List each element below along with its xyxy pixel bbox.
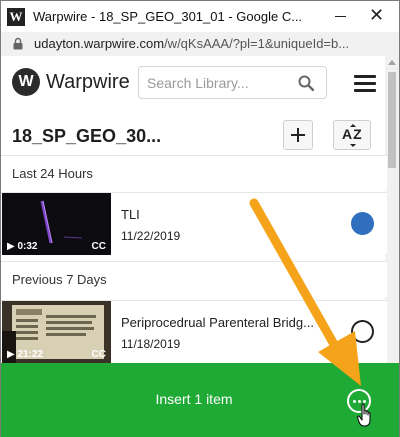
library-title: 18_SP_GEO_30... <box>12 126 162 146</box>
item-date: 11/22/2019 <box>121 229 181 243</box>
url-host: udayton.warpwire.com <box>34 36 165 51</box>
hamburger-menu-icon[interactable] <box>354 75 376 92</box>
minimize-icon[interactable] <box>335 16 346 17</box>
scrollbar[interactable] <box>385 56 399 363</box>
insert-button[interactable]: Insert 1 item <box>1 391 387 407</box>
window-titlebar: W Warpwire - 18_SP_GEO_301_01 - Google C… <box>0 0 400 32</box>
duration-label: ▶ 0:32 <box>7 241 38 252</box>
hand-cursor-icon <box>357 403 371 427</box>
video-thumbnail[interactable]: ▶ 21:22 CC <box>2 301 111 363</box>
select-radio-checked[interactable] <box>351 212 374 235</box>
search-icon[interactable] <box>298 75 314 91</box>
list-item[interactable]: ▶ 21:22 CC Periprocedrual Parenteral Bri… <box>1 300 387 363</box>
add-button[interactable] <box>283 120 313 150</box>
scroll-up-arrow[interactable] <box>388 60 396 65</box>
item-title[interactable]: Periprocedrual Parenteral Bridg... <box>121 315 328 330</box>
search-input[interactable] <box>147 74 292 92</box>
section-label: Last 24 Hours <box>12 166 93 181</box>
lock-icon <box>13 37 23 50</box>
select-radio-unchecked[interactable] <box>351 320 374 343</box>
search-box[interactable] <box>138 66 327 99</box>
cc-badge: CC <box>91 349 106 360</box>
scroll-thumb[interactable] <box>388 72 396 168</box>
section-header: Previous 7 Days <box>1 261 387 297</box>
item-title[interactable]: TLI <box>121 207 328 222</box>
window-title: Warpwire - 18_SP_GEO_301_01 - Google C..… <box>33 9 303 24</box>
item-date: 11/18/2019 <box>121 337 181 351</box>
sort-down-icon <box>350 144 356 147</box>
app-icon: W <box>7 8 25 26</box>
section-label: Previous 7 Days <box>12 272 107 287</box>
warpwire-logo-icon[interactable]: W <box>12 68 40 96</box>
insert-bar[interactable]: Insert 1 item <box>1 363 399 437</box>
brand-name[interactable]: Warpwire <box>46 71 130 94</box>
list-item[interactable]: ▶ 0:32 CC TLI 11/22/2019 <box>1 192 387 255</box>
page-viewport: W Warpwire 18_SP_GEO_30... AZ Last 24 Ho… <box>0 56 400 437</box>
address-bar[interactable]: udayton.warpwire.com/w/qKsAAA/?pl=1&uniq… <box>0 32 400 56</box>
close-icon[interactable]: ✕ <box>369 4 384 26</box>
section-header: Last 24 Hours <box>1 155 387 191</box>
sort-az-button[interactable]: AZ <box>333 120 371 150</box>
url-path: /w/qKsAAA/?pl=1&uniqueId=b... <box>164 36 350 51</box>
sort-az-icon: AZ <box>342 126 363 142</box>
duration-label: ▶ 21:22 <box>7 349 44 360</box>
video-thumbnail[interactable]: ▶ 0:32 CC <box>2 193 111 255</box>
cc-badge: CC <box>91 241 106 252</box>
url-text[interactable]: udayton.warpwire.com/w/qKsAAA/?pl=1&uniq… <box>34 36 394 51</box>
